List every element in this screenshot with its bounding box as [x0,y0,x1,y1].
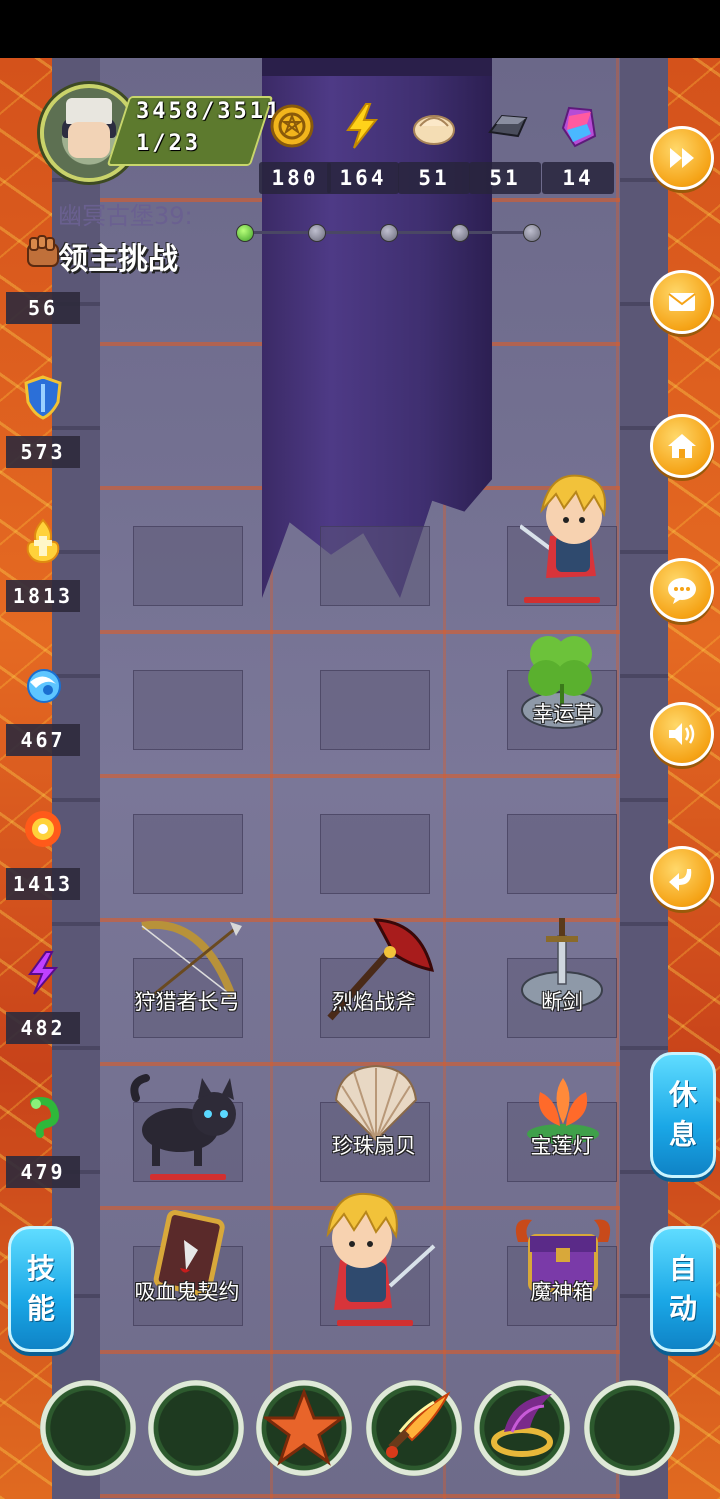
skill-slot-3[interactable] [256,1380,352,1476]
fire-value: 1413 [6,868,80,900]
skills-button-label: 技能 [26,1252,55,1325]
lotus-lamp-label: 宝莲灯 [530,1134,594,1158]
skill-slot-4[interactable] [366,1380,462,1476]
shield-defense-icon [16,370,70,424]
floor-progress: 1/23 [136,131,201,156]
skill-slot-6[interactable] [584,1380,680,1476]
food-value: 51 [398,162,470,194]
chat-icon [668,578,696,604]
home-button[interactable] [650,414,714,478]
grid-tile[interactable] [320,526,430,606]
level-name: 幽冥古堡39: [58,202,193,230]
grid-tile[interactable] [133,526,243,606]
auto-button-label: 自动 [668,1252,697,1325]
player-hero-hp-bar [337,1320,413,1326]
status-bar [0,0,720,58]
home-icon [668,434,696,458]
auto-button[interactable]: 自动 [650,1226,716,1352]
starfish-skill-icon [264,1388,344,1466]
mail-icon [668,293,696,311]
grid-tile[interactable] [507,814,617,894]
hunter-bow-label: 狩猎者长弓 [134,990,240,1014]
pearl-scallop-label: 珍珠扇贝 [332,1134,416,1158]
grid-tile[interactable] [320,670,430,750]
fire-burst-icon [16,802,70,856]
return-button[interactable] [650,846,714,910]
grid-tile[interactable] [133,670,243,750]
water-value: 467 [6,724,80,756]
sound-icon [669,723,695,745]
fist-attack-icon [16,228,70,282]
purple-lightning-icon [16,946,70,1000]
skill-slot-1[interactable] [40,1380,136,1476]
vampire-contract-label: 吸血鬼契约 [134,1280,240,1304]
player-hero-sprite[interactable] [310,1186,436,1316]
sound-button[interactable] [650,702,714,766]
energy-value: 164 [327,162,399,194]
lightning-value: 482 [6,1012,80,1044]
rest-button[interactable]: 休息 [650,1052,716,1178]
stage-dot-2 [308,224,326,242]
gold-value: 180 [259,162,331,194]
rest-button-label: 休息 [668,1078,697,1151]
avatar-hat [66,98,112,124]
mail-button[interactable] [650,270,714,334]
flame-sword-skill-icon [386,1391,451,1458]
purple-crystal-icon [551,98,607,154]
dumpling-food-icon [406,98,462,154]
poison-value: 479 [6,1156,80,1188]
gold-coin-icon [264,98,320,154]
lightning-energy-icon [334,98,390,154]
grid-tile[interactable] [133,814,243,894]
skill-slot-5[interactable] [474,1380,570,1476]
stage-dot-5 [523,224,541,242]
stage-dot-4 [451,224,469,242]
crystal-value: 14 [542,162,614,194]
player-hp: 3458/3511 [136,99,283,124]
fast-forward-icon [670,148,694,168]
feather-ring-skill-icon [491,1394,553,1457]
stage-dot-3 [380,224,398,242]
banner-rim [262,58,492,76]
boss-challenge-label: 领主挑战 [58,242,178,277]
return-icon [669,869,692,891]
holy-flame-icon [16,514,70,568]
avatar-face [68,122,110,158]
enemy-hero-sprite[interactable] [518,466,620,586]
shadow-cat-sprite[interactable] [130,1068,246,1172]
iron-value: 51 [469,162,541,194]
flame-axe-label: 烈焰战斧 [332,990,416,1014]
grid-tile[interactable] [320,814,430,894]
holy-value: 1813 [6,580,80,612]
iron-ingot-icon [480,98,536,154]
shadow-cat-hp-bar [150,1174,226,1180]
enemy-hero-hp-bar [524,597,600,603]
water-swirl-icon [16,658,70,712]
defense-value: 573 [6,436,80,468]
broken-sword-label: 断剑 [541,990,583,1014]
attack-value: 56 [6,292,80,324]
skill-slot-2[interactable] [148,1380,244,1476]
green-poison-icon [16,1090,70,1144]
lucky-clover-label: 幸运草 [532,702,596,726]
fast-forward-button[interactable] [650,126,714,190]
stage-dot-1 [236,224,254,242]
skills-button[interactable]: 技能 [8,1226,74,1352]
demon-box-label: 魔神箱 [530,1280,594,1304]
chat-button[interactable] [650,558,714,622]
